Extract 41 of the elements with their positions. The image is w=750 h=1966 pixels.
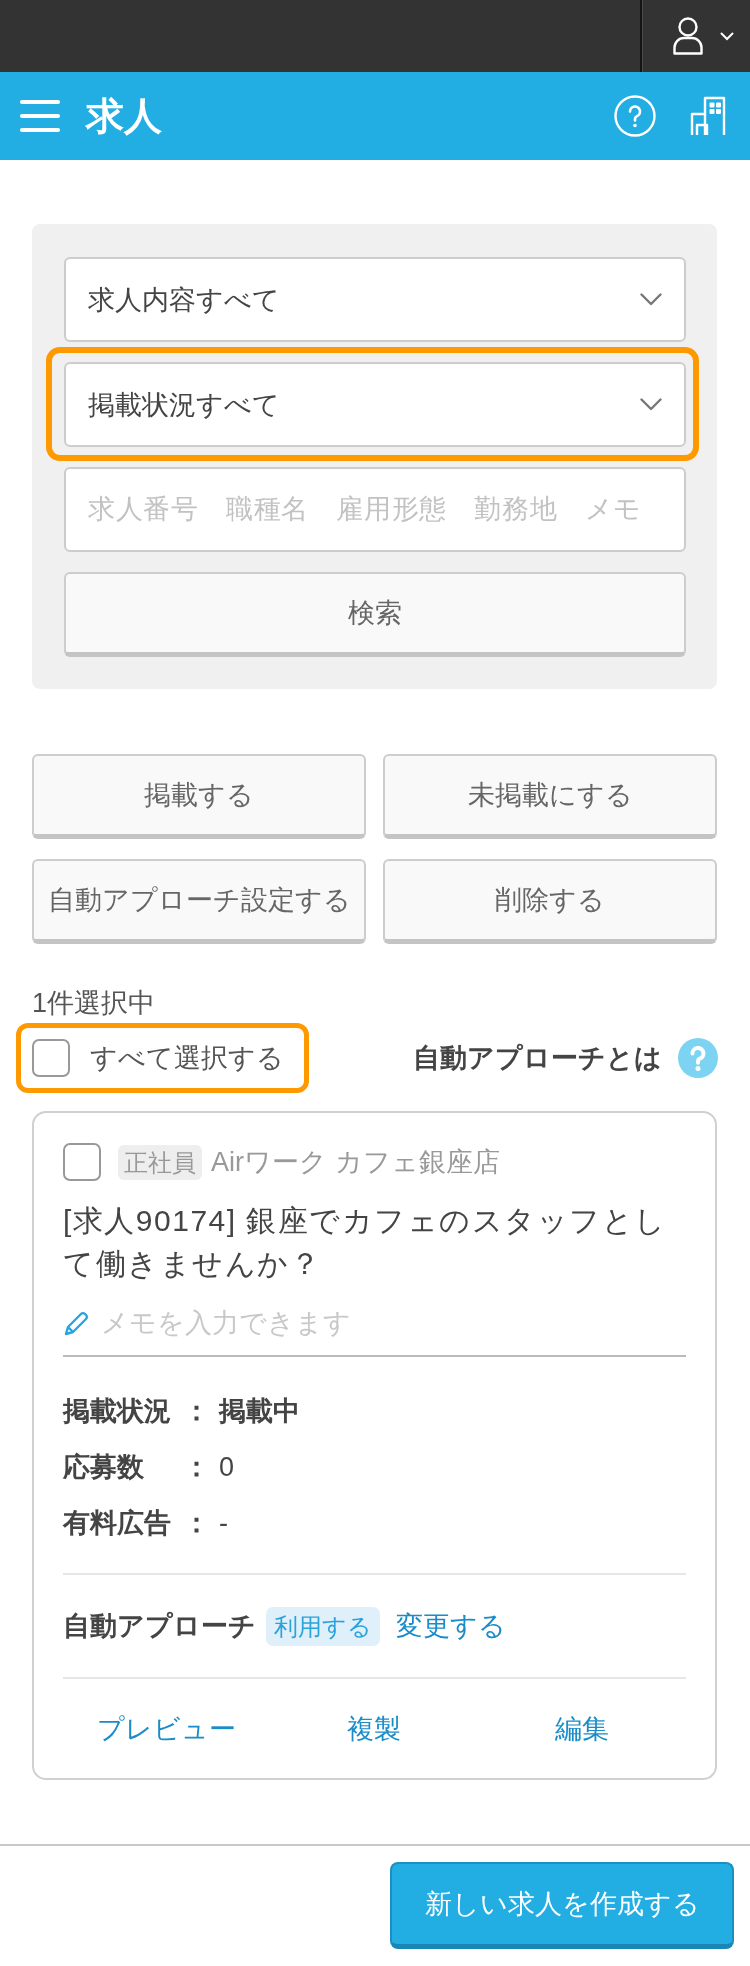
checkbox[interactable] — [63, 1143, 101, 1181]
detail-colon: ： — [183, 1451, 207, 1484]
action-link[interactable]: 複製 — [347, 1710, 402, 1747]
caret-icon — [720, 31, 734, 41]
chevron-down-icon — [640, 293, 662, 306]
detail-value: - — [219, 1507, 228, 1539]
keyword-field[interactable]: 求人番号 職種名 雇用形態 勤務地 メモ — [64, 467, 686, 552]
action-button[interactable]: 未掲載にする — [383, 754, 717, 839]
status-tag: 利用する — [266, 1606, 380, 1646]
detail-value: 掲載中 — [219, 1395, 300, 1428]
search-button[interactable]: 検索 — [64, 572, 686, 657]
help-icon[interactable] — [678, 1038, 718, 1078]
building-icon[interactable] — [690, 96, 726, 136]
action-button[interactable]: 削除する — [383, 859, 717, 944]
detail-label: 掲載状況 — [63, 1395, 172, 1428]
action-link[interactable]: プレビュー — [97, 1710, 237, 1747]
user-icon — [672, 17, 704, 55]
detail-colon: ： — [183, 1395, 207, 1428]
help-icon[interactable] — [614, 95, 656, 137]
action-link[interactable]: 編集 — [555, 1710, 610, 1747]
help-link[interactable]: 自動アプローチとは — [413, 1040, 662, 1076]
job-title: [求人90174] 銀座でカフェのスタッフとして働きませんか？ — [63, 1203, 668, 1282]
select-all-label[interactable]: すべて選択する — [90, 1040, 284, 1076]
dropdown[interactable]: 掲載状況すべて — [64, 362, 686, 447]
checkbox[interactable] — [32, 1039, 70, 1077]
pencil-icon — [63, 1309, 91, 1337]
menu-icon[interactable] — [20, 100, 60, 132]
selection-count: 1件選択中 — [32, 987, 156, 1020]
change-link[interactable]: 変更する — [396, 1608, 506, 1644]
action-button[interactable]: 自動アプローチ設定する — [32, 859, 366, 944]
dropdown[interactable]: 求人内容すべて — [64, 257, 686, 342]
detail-colon: ： — [183, 1507, 207, 1540]
employment-tag: 正社員 — [118, 1144, 202, 1180]
detail-label: 応募数 — [63, 1451, 145, 1484]
page-title: 求人 — [86, 97, 162, 135]
detail-value: 0 — [219, 1451, 235, 1483]
store-name: Airワーク カフェ銀座店 — [211, 1146, 500, 1179]
chevron-down-icon — [640, 398, 662, 411]
auto-approach-label: 自動アプローチ — [63, 1610, 256, 1643]
detail-label: 有料広告 — [63, 1507, 172, 1540]
action-button[interactable]: 掲載する — [32, 754, 366, 839]
